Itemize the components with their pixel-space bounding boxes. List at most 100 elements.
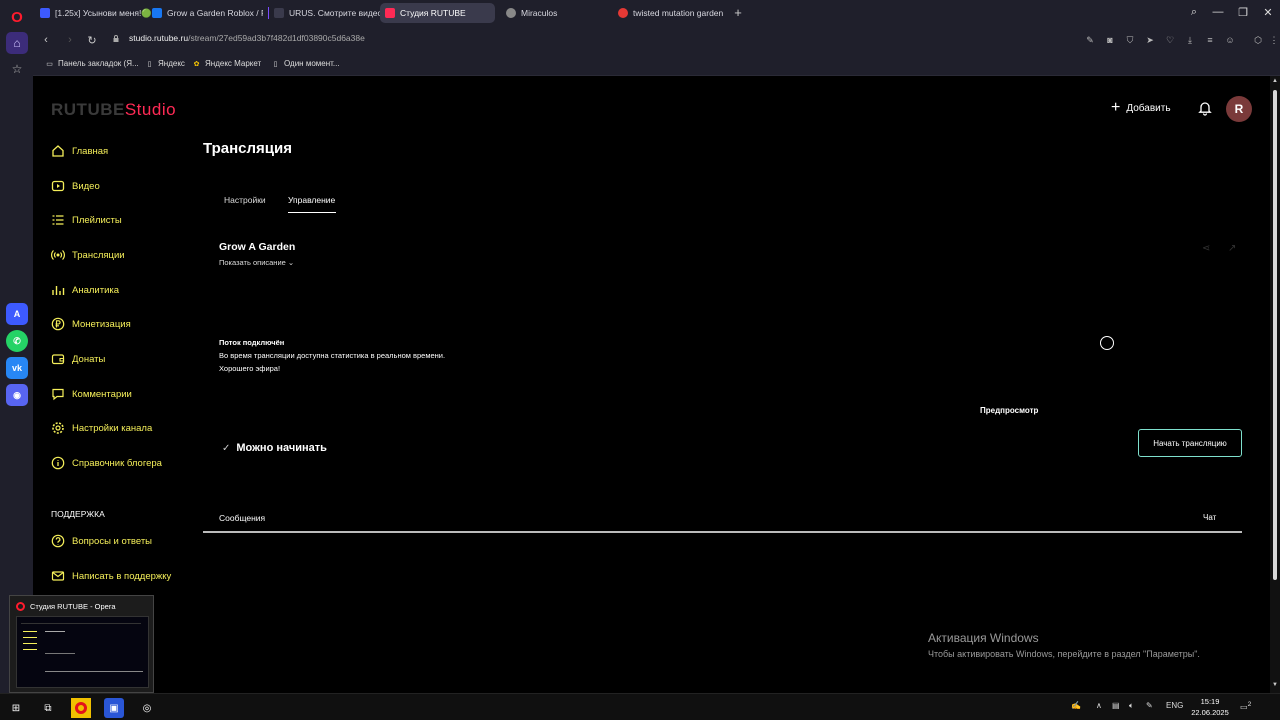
thumbnail-image: [16, 616, 149, 688]
maximize-button[interactable]: ❐: [1234, 4, 1252, 20]
sidebar-item-label: Аналитика: [72, 284, 120, 296]
tab-label: [1.25x] Усынови меня!🟢: [55, 7, 151, 18]
url-path: /stream/27ed59ad3b7f482d1df03890c5d6a38e: [188, 33, 365, 43]
minimize-button[interactable]: —: [1209, 4, 1227, 20]
tab-chat[interactable]: Чат: [1203, 513, 1216, 522]
start-stream-button[interactable]: Начать трансляцию: [1138, 429, 1242, 457]
external-link-icon[interactable]: ↗: [1228, 243, 1240, 255]
account-icon[interactable]: ☺: [1223, 33, 1237, 47]
sidebar-item-monetization[interactable]: Монетизация: [51, 314, 131, 334]
roblox-studio-icon[interactable]: ▣: [104, 698, 124, 718]
scrollbar-thumb[interactable]: [1273, 90, 1277, 580]
camera-icon[interactable]: ◙: [1103, 33, 1117, 47]
tab-management[interactable]: Управление: [288, 195, 335, 205]
browser-tab-active[interactable]: Студия RUTUBE: [380, 3, 495, 23]
forward-button[interactable]: ›: [62, 32, 78, 48]
sidebar-item-faq[interactable]: Вопросы и ответы: [51, 531, 152, 551]
whatsapp-icon[interactable]: ✆: [6, 330, 28, 352]
question-icon: [51, 534, 65, 548]
sidebar-item-playlists[interactable]: Плейлисты: [51, 210, 122, 230]
tab-settings[interactable]: Настройки: [224, 195, 266, 205]
scroll-up-icon[interactable]: ▲: [1272, 78, 1278, 84]
sidebar-item-blogger-guide[interactable]: Справочник блогера: [51, 453, 162, 473]
new-tab-button[interactable]: +: [730, 4, 746, 20]
extensions-icon[interactable]: ⬡: [1251, 33, 1265, 47]
task-view-icon[interactable]: ⧉: [38, 698, 58, 718]
url-field[interactable]: studio.rutube.ru/stream/27ed59ad3b7f482d…: [129, 33, 365, 43]
obs-icon[interactable]: ◎: [137, 698, 157, 718]
stream-status: Поток подключён Во время трансляции дост…: [219, 336, 445, 375]
pen-menu-icon[interactable]: ✎: [1146, 701, 1153, 710]
language-indicator[interactable]: ENG: [1166, 701, 1183, 710]
vk-icon[interactable]: vk: [6, 357, 28, 379]
bookmark-label: Один момент...: [284, 59, 340, 68]
pen-icon[interactable]: ✍: [1071, 701, 1081, 710]
add-button[interactable]: + Добавить: [1111, 100, 1171, 116]
sidebar-item-video[interactable]: Видео: [51, 176, 100, 196]
sidebar-item-analytics[interactable]: Аналитика: [51, 280, 119, 300]
aria-app-icon[interactable]: A: [6, 303, 28, 325]
browser-tab[interactable]: URUS. Смотрите видео о: [269, 3, 385, 23]
tab-messages[interactable]: Сообщения: [219, 513, 265, 523]
plus-icon: +: [1111, 99, 1121, 116]
folder-icon: ▭: [46, 60, 53, 68]
bookmark-item[interactable]: ▯ Один момент...: [271, 59, 340, 68]
tray-expand-icon[interactable]: ∧: [1096, 701, 1102, 710]
scroll-down-icon[interactable]: ▼: [1272, 682, 1278, 688]
sidebar-item-donations[interactable]: Донаты: [51, 349, 105, 369]
send-icon[interactable]: ➤: [1143, 33, 1157, 47]
tab-favicon-icon: [40, 8, 50, 18]
page-icon: ▯: [147, 60, 152, 68]
avatar[interactable]: R: [1226, 96, 1252, 122]
browser-tab[interactable]: twisted mutation garden: [613, 3, 729, 23]
browser-tab[interactable]: Miraculos: [501, 3, 617, 23]
reload-button[interactable]: ↻: [84, 32, 100, 48]
sidebar-item-home[interactable]: Главная: [51, 141, 108, 161]
discord-icon[interactable]: ◉: [6, 384, 28, 406]
broadcast-icon: [51, 248, 65, 262]
tab-label: Miraculos: [521, 8, 558, 18]
sidebar-item-write-support[interactable]: Написать в поддержку: [51, 566, 171, 586]
share-icon[interactable]: ⋖: [1202, 243, 1214, 255]
home-icon[interactable]: ⌂: [6, 32, 28, 54]
shield-icon[interactable]: ⛉: [1123, 33, 1137, 47]
sidebar-item-channel-settings[interactable]: Настройки канала: [51, 418, 152, 438]
search-tabs-icon[interactable]: ⌕: [1185, 4, 1203, 20]
opera-taskbar-icon[interactable]: [71, 698, 91, 718]
heart-icon[interactable]: ♡: [1163, 33, 1177, 47]
download-icon[interactable]: ⤓: [1183, 33, 1197, 47]
sidebar-item-broadcasts[interactable]: Трансляции: [51, 245, 125, 265]
windows-start-icon[interactable]: ⊞: [6, 698, 26, 718]
network-icon[interactable]: ▤: [1112, 701, 1120, 710]
sidebar-item-comments[interactable]: Комментарии: [51, 384, 132, 404]
edit-icon[interactable]: ✎: [1083, 33, 1097, 47]
watermark-title: Активация Windows: [928, 631, 1039, 645]
bookmark-item[interactable]: ▯ Яндекс: [145, 59, 185, 68]
volume-icon[interactable]: 🔈︎: [1129, 701, 1134, 711]
browser-tab[interactable]: Grow a Garden Roblox / F: [147, 3, 263, 23]
yandex-market-icon: ✿: [193, 60, 200, 68]
bell-icon[interactable]: [1197, 100, 1213, 116]
avatar-letter: R: [1234, 102, 1244, 116]
logo-studio-text: Studio: [124, 100, 177, 119]
notifications-icon[interactable]: ▭2: [1240, 701, 1251, 712]
page-scrollbar[interactable]: ▲ ▼: [1270, 76, 1280, 693]
rutube-studio-logo[interactable]: RUTUBEStudio: [51, 100, 176, 120]
browser-tab[interactable]: [1.25x] Усынови меня!🟢: [35, 3, 151, 23]
taskbar-thumbnail-preview[interactable]: Студия RUTUBE - Opera: [9, 595, 154, 693]
bookmark-item[interactable]: ✿ Яндекс Маркет: [192, 59, 262, 68]
back-button[interactable]: ‹: [38, 32, 54, 48]
clock[interactable]: 15:19 22.06.2025: [1190, 696, 1230, 718]
loading-spinner-icon: [1100, 336, 1114, 350]
gear-icon: [51, 421, 65, 435]
show-description-toggle[interactable]: Показать описание ⌄: [219, 258, 294, 267]
menu-icon[interactable]: ≡: [1203, 33, 1217, 47]
star-icon[interactable]: ☆: [6, 58, 28, 80]
chevron-down-icon: ⌄: [287, 258, 295, 267]
sidebar-item-label: Комментарии: [72, 388, 132, 400]
more-icon[interactable]: ⋮: [1267, 33, 1280, 47]
bookmark-item[interactable]: ▭ Панель закладок (Я...: [45, 59, 138, 68]
close-button[interactable]: ✕: [1259, 4, 1277, 20]
url-host: studio.rutube.ru: [129, 33, 189, 43]
opera-logo-icon[interactable]: O: [6, 6, 28, 28]
